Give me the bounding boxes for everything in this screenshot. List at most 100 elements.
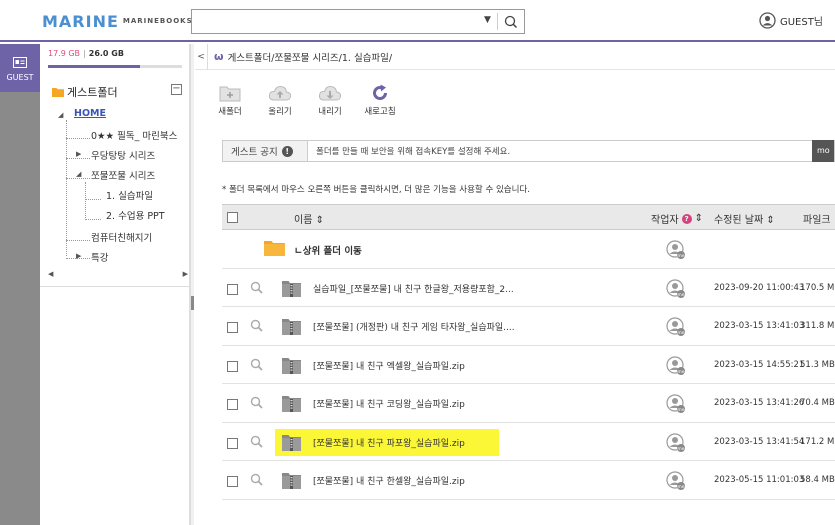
tree-line [66,178,90,179]
preview-magnifier-icon[interactable] [250,319,263,335]
file-row[interactable]: [쪼물쪼물] 내 친구 파포왕_실습파일.zip me 2023-03-15 1… [222,423,835,461]
file-row[interactable]: [쪼물쪼물] (개정판) 내 친구 게임 타자왕_실습파일.... me 202… [222,307,835,346]
search-dropdown-caret-icon[interactable]: ▼ [484,15,491,25]
zip-file-icon [282,280,301,300]
file-name[interactable]: [쪼물쪼물] 내 친구 엑셀왕_실습파일.zip [313,359,465,372]
file-date: 2023-03-15 13:41:03 [714,321,805,331]
preview-magnifier-icon[interactable] [250,435,263,451]
file-row[interactable]: [쪼물쪼물] 내 친구 엑셀왕_실습파일.zip me 2023-03-15 1… [222,346,835,384]
left-nav-bar: GUEST [0,44,40,525]
tree-collapse-button[interactable]: − [171,84,182,95]
author-avatar-icon: me [666,317,686,340]
scroll-left-icon[interactable]: ◀ [48,270,53,278]
preview-magnifier-icon[interactable] [250,473,263,489]
tree-item-udangtang[interactable]: 우당탕탕 시리즈 [91,148,155,162]
marinebooks-logo[interactable]: MARINE MARINEBOOKS [42,11,193,31]
search-button[interactable] [501,12,521,32]
author-avatar-icon: me [666,432,686,456]
tree-collapsed-icon[interactable]: ▶ [76,252,81,260]
preview-magnifier-icon[interactable] [250,281,263,297]
panel-splitter[interactable] [190,44,194,525]
select-all-checkbox[interactable] [227,212,238,223]
col-name-header[interactable]: 이름 ⇕ [294,211,324,226]
file-name[interactable]: 실습파일_[쪼물쪼물] 내 친구 한글왕_저용량포함_2... [313,282,514,295]
breadcrumb[interactable]: 게스트폴더/쪼물쪼물 시리즈/1. 실습파일/ [228,50,393,64]
preview-magnifier-icon[interactable] [250,396,263,412]
file-row[interactable]: [쪼물쪼물] 내 친구 코딩왕_실습파일.zip me 2023-03-15 1… [222,384,835,423]
file-rows: 실습파일_[쪼물쪼물] 내 친구 한글왕_저용량포함_2... me 2023-… [222,269,835,500]
row-checkbox[interactable] [227,476,238,487]
author-avatar-icon: me [666,240,686,263]
preview-magnifier-icon[interactable] [250,358,263,374]
svg-text:me: me [677,485,684,490]
author-avatar-icon: me [666,278,686,302]
tree-item-lecture-ppt[interactable]: 2. 수업용 PPT [106,208,165,222]
zip-file-icon [282,395,301,415]
parent-folder-label[interactable]: ㄴ상위 폴더 이동 [294,243,362,257]
tree-divider [40,286,190,287]
help-icon[interactable]: ? [681,213,692,224]
tree-item-notice[interactable]: 0★★ 필독_ 마린북스 [91,128,177,142]
file-name[interactable]: [쪼물쪼물] (개정판) 내 친구 게임 타자왕_실습파일.... [313,320,515,333]
file-date: 2023-05-15 11:01:03 [714,475,805,485]
zip-file-icon [282,472,301,492]
parent-folder-row[interactable]: ㄴ상위 폴더 이동 me [222,230,835,269]
file-row[interactable]: 실습파일_[쪼물쪼물] 내 친구 한글왕_저용량포함_2... me 2023-… [222,269,835,307]
row-checkbox[interactable] [227,322,238,333]
guest-tab[interactable]: GUEST [0,44,40,92]
tree-expanded-icon[interactable]: ◢ [58,111,63,119]
tree-item-home[interactable]: HOME [74,108,106,119]
folder-tree-panel: 17.9 GB | 26.0 GB 게스트폴더 − ◢ HOME 0★★ 필독_ 마… [40,44,190,525]
notice-more-button[interactable]: mo [812,140,834,162]
file-date: 2023-03-15 13:41:54 [714,436,805,447]
file-name[interactable]: [쪼물쪼물] 내 친구 한셀왕_실습파일.zip [313,474,465,487]
info-icon[interactable]: ! [281,145,293,157]
user-menu[interactable]: GUEST님 [759,12,823,29]
new-folder-button[interactable]: 새폴더 [209,80,251,117]
tree-item-practice-files[interactable]: 1. 실습파일 [106,188,153,202]
row-checkbox[interactable] [227,360,238,372]
file-name[interactable]: [쪼물쪼물] 내 친구 파포왕_실습파일.zip [313,436,465,449]
col-size-header[interactable]: 파일크 [803,211,831,226]
col-date-header[interactable]: 수정된 날짜 ⇕ [714,211,775,226]
tree-item-computer-friends[interactable]: 컴퓨터친해지기 [91,230,152,244]
file-table: 이름 ⇕ 작업자 ? ⇕ 수정된 날짜 ⇕ 파일크 ㄴ상위 폴더 이동 me 실… [222,204,835,500]
row-checkbox[interactable] [227,399,238,410]
row-checkbox[interactable] [227,437,238,449]
download-button[interactable]: 내리기 [309,80,351,117]
file-name[interactable]: [쪼물쪼물] 내 친구 코딩왕_실습파일.zip [313,397,465,410]
guest-tab-label: GUEST [6,73,34,82]
scroll-right-icon[interactable]: ▶ [183,270,188,278]
row-checkbox[interactable] [227,283,238,295]
refresh-button[interactable]: 새로고침 [359,80,401,117]
tree-root-label: 게스트폴더 [67,86,118,99]
file-size: 58.4 MB [800,475,835,485]
col-author-header[interactable]: 작업자 ? ⇕ [651,211,703,226]
tree-line [66,240,90,241]
svg-text:me: me [677,293,684,298]
tree-root[interactable]: 게스트폴더 [52,84,118,100]
sort-icon[interactable]: ⇕ [695,213,703,224]
logo-main: MARINE [42,11,119,31]
col-author-label: 작업자 [651,215,679,226]
file-date: 2023-03-15 14:55:21 [714,359,805,370]
tree-collapsed-icon[interactable]: ▶ [76,150,81,158]
upload-button[interactable]: 올리기 [259,80,301,117]
zip-file-icon [282,318,301,338]
tree-item-special[interactable]: 특강 [91,250,108,264]
collapse-panel-button[interactable]: < [195,43,208,70]
refresh-label: 새로고침 [364,107,396,117]
tree-item-jjomul[interactable]: 쪼물쪼물 시리즈 [91,168,155,182]
new-folder-label: 새폴더 [218,107,242,117]
tree-expanded-icon[interactable]: ◢ [76,170,81,178]
search-divider [497,13,498,30]
file-row[interactable]: [쪼물쪼물] 내 친구 한셀왕_실습파일.zip me 2023-05-15 1… [222,461,835,500]
splitter-grip[interactable] [191,296,194,310]
tree-horizontal-scrollbar[interactable]: ◀ ▶ [48,270,188,278]
zip-file-icon [282,357,301,377]
file-date: 2023-03-15 13:41:26 [714,398,805,408]
search-input[interactable] [192,10,477,33]
quota-bar [48,65,182,68]
tree-line [66,138,90,139]
breadcrumb-bar: < ω 게스트폴더/쪼물쪼물 시리즈/1. 실습파일/ [195,43,835,70]
